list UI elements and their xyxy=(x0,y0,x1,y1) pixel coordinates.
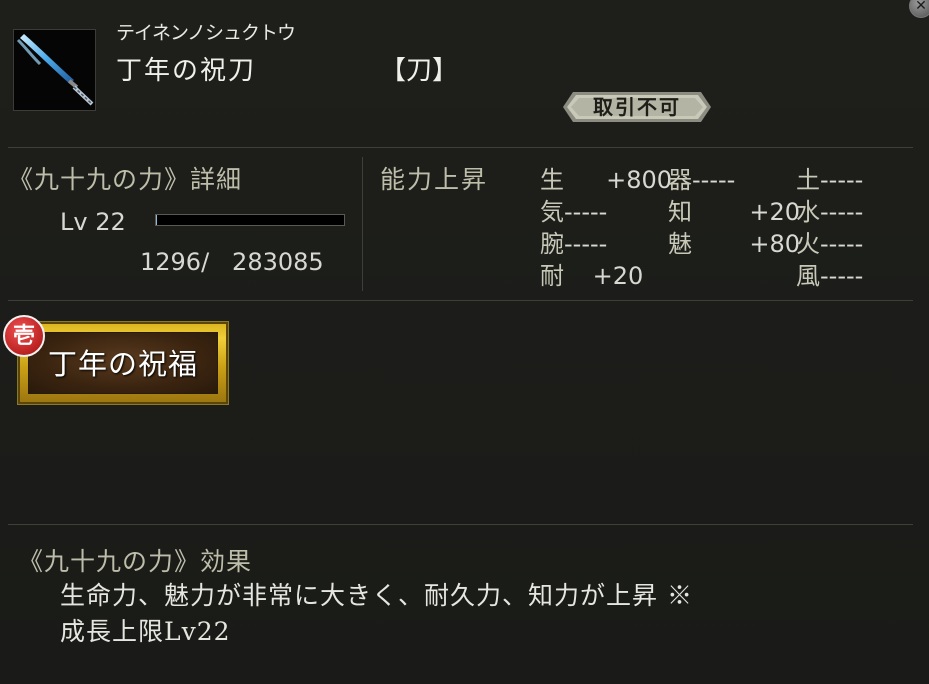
sword-icon xyxy=(16,34,94,106)
stat-wind: 風----- xyxy=(796,262,864,290)
divider xyxy=(8,147,913,148)
skill-name: 丁年の祝福 xyxy=(47,347,198,381)
stat-earth: 土----- xyxy=(796,166,864,194)
exp-progress-bar xyxy=(155,214,345,226)
effect-description: 生命力、魅力が非常に大きく、耐久力、知力が上昇 ※ xyxy=(60,581,693,610)
stat-charm: 魅 +80 xyxy=(668,230,800,258)
detail-title: 《九十九の力》詳細 xyxy=(8,165,243,194)
stat-ki: 気----- xyxy=(540,198,608,226)
stat-water: 水----- xyxy=(796,198,864,226)
skill-rank-badge: 壱 xyxy=(3,315,45,357)
stat-arm: 腕----- xyxy=(540,230,608,258)
item-name: 丁年の祝刀 xyxy=(116,56,257,86)
stat-dexterity: 器----- xyxy=(668,166,736,194)
stat-life: 生 +800 xyxy=(540,166,672,194)
exp-progress-fill xyxy=(156,215,157,225)
skill-button[interactable]: 丁年の祝福 xyxy=(17,321,229,405)
section-divider xyxy=(362,157,363,291)
exp-value: 1296/ 283085 xyxy=(140,248,324,276)
stat-intellect: 知 +20 xyxy=(668,198,800,226)
effect-growth-limit: 成長上限Lv22 xyxy=(60,617,231,646)
item-icon-frame xyxy=(13,29,96,111)
item-type: 【刀】 xyxy=(380,56,459,86)
stat-fire: 火----- xyxy=(796,230,864,258)
divider xyxy=(8,300,913,301)
stat-endurance: 耐 +20 xyxy=(540,262,644,290)
close-button[interactable]: ✕ xyxy=(909,0,929,18)
trade-status-label: 取引不可 xyxy=(593,95,681,119)
close-icon: ✕ xyxy=(915,0,927,14)
level-label: Lv 22 xyxy=(60,208,126,236)
item-detail-panel: ✕ テイネンノシュクトウ 丁年の祝刀 【刀】 取引不可 《九十九の力》詳細 Lv… xyxy=(0,0,929,684)
divider xyxy=(8,524,913,525)
effect-title: 《九十九の力》効果 xyxy=(18,547,253,576)
item-ruby: テイネンノシュクトウ xyxy=(116,22,296,44)
trade-status-badge: 取引不可 xyxy=(563,92,711,122)
ability-title: 能力上昇 xyxy=(380,165,489,194)
